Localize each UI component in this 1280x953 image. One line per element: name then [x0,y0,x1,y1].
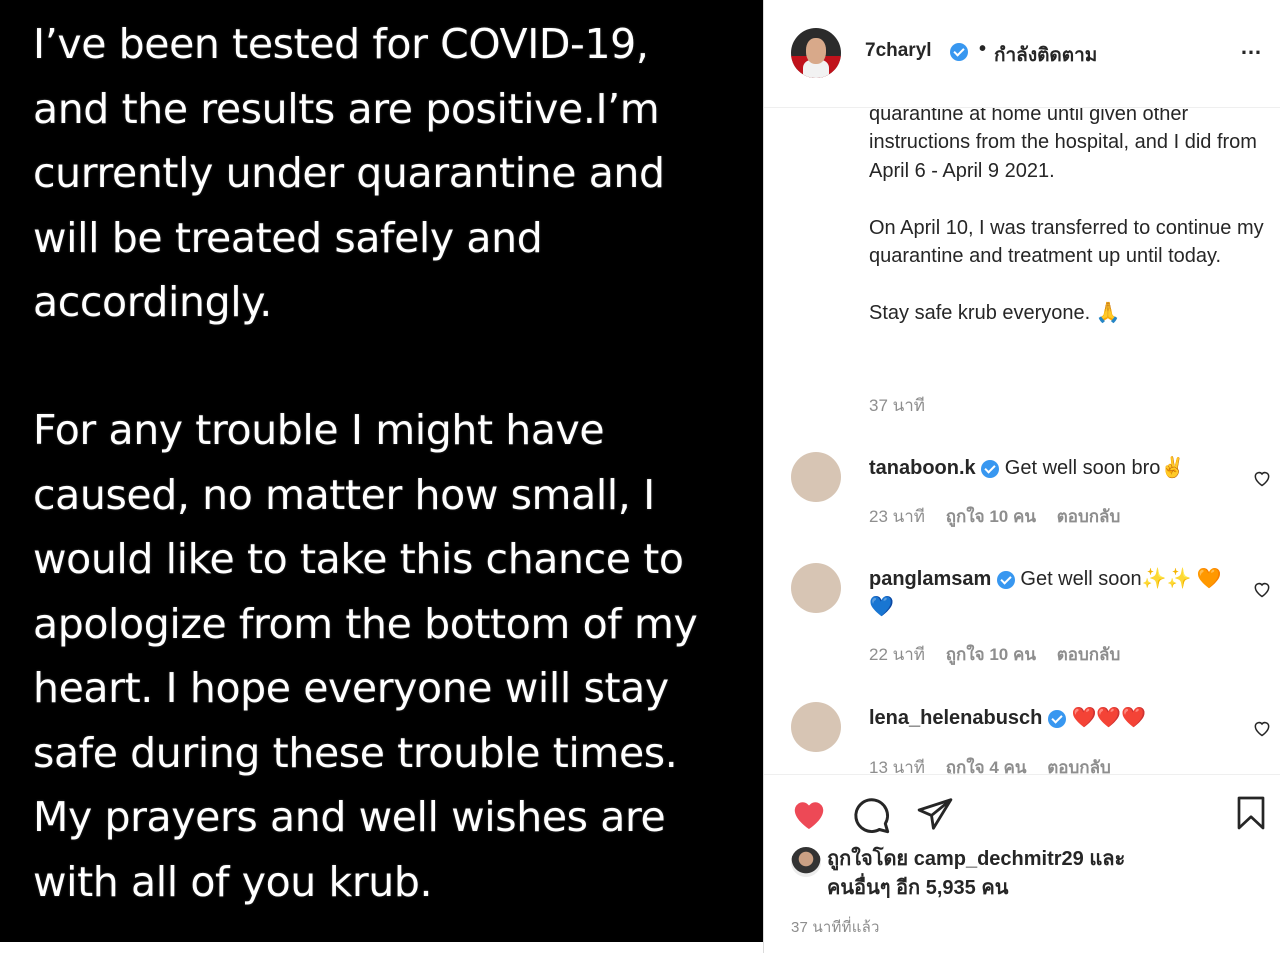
commenter-username[interactable]: lena_helenabusch [869,707,1042,729]
comment-time[interactable]: 23 นาที [869,507,925,526]
comment-meta: 23 นาที ถูกใจ 10 คน ตอบกลับ [869,503,1136,530]
liked-by-and: และ [1089,848,1126,870]
post-header: 7charyl • กำลังติดตาม … [764,0,1280,108]
comment-body: lena_helenabusch ❤️❤️❤️ [869,704,1224,732]
reply-button[interactable]: ตอบกลับ [1057,507,1121,526]
like-heart-icon[interactable] [789,795,829,833]
more-options-icon[interactable]: … [1240,34,1263,60]
commenter-avatar[interactable] [791,702,841,752]
comment-likes[interactable]: ถูกใจ 10 คน [946,507,1036,526]
comment-body: tanaboon.k Get well soon bro✌️ [869,454,1224,482]
comment-body: panglamsam Get well soon✨✨ 🧡💙 [869,565,1224,621]
post-image[interactable]: I’ve been tested for COVID-19, and the r… [0,0,763,942]
reply-button[interactable]: ตอบกลับ [1047,758,1111,774]
post-image-text-paragraph-2: For any trouble I might have caused, no … [33,406,698,906]
comment-text: Get well soon bro✌️ [1004,457,1186,479]
comment-time[interactable]: 13 นาที [869,758,925,774]
post-image-text-paragraph-1: I’ve been tested for COVID-19, and the r… [33,20,665,326]
comment-like-icon[interactable] [1252,579,1272,599]
caption-timestamp: 37 นาที [869,396,926,415]
comments-section[interactable]: quarantine at home until given other ins… [764,108,1280,774]
comment-meta: 13 นาที ถูกใจ 4 คน ตอบกลับ [869,754,1127,774]
comment-meta: 22 นาที ถูกใจ 10 คน ตอบกลับ [869,641,1136,668]
verified-badge-icon [950,43,968,61]
comment-time[interactable]: 22 นาที [869,645,925,664]
author-avatar[interactable] [791,28,841,78]
post-caption: quarantine at home until given other ins… [869,108,1264,324]
bookmark-icon[interactable] [1233,793,1269,833]
comment-likes[interactable]: ถูกใจ 4 คน [946,758,1027,774]
comment-like-icon[interactable] [1252,468,1272,488]
following-button[interactable]: กำลังติดตาม [994,40,1097,70]
liked-by-username[interactable]: camp_dechmitr29 [914,848,1084,870]
post-side-panel: 7charyl • กำลังติดตาม … quarantine at ho… [763,0,1280,953]
liked-by-others-count[interactable]: คนอื่นๆ อีก 5,935 คน [827,877,1008,899]
commenter-avatar[interactable] [791,452,841,502]
verified-badge-icon [981,459,1000,478]
commenter-username[interactable]: tanaboon.k [869,457,976,479]
verified-badge-icon [1047,709,1066,728]
post-timestamp[interactable]: 37 นาทีที่แล้ว [791,915,880,939]
commenter-username[interactable]: panglamsam [869,568,991,590]
liked-by-summary: ถูกใจโดย camp_dechmitr29 และ คนอื่นๆ อีก… [827,845,1177,903]
comment-icon[interactable] [851,795,891,835]
comment-like-icon[interactable] [1252,718,1272,738]
author-username[interactable]: 7charyl [865,40,932,62]
share-icon[interactable] [915,795,955,833]
verified-badge-icon [996,570,1015,589]
liked-by-prefix: ถูกใจโดย [827,848,909,870]
liked-by-avatar[interactable] [791,847,821,877]
reply-button[interactable]: ตอบกลับ [1057,645,1121,664]
post-actions: ถูกใจโดย camp_dechmitr29 และ คนอื่นๆ อีก… [764,774,1280,953]
separator-dot: • [979,38,987,60]
comment-likes[interactable]: ถูกใจ 10 คน [946,645,1036,664]
commenter-avatar[interactable] [791,563,841,613]
comment-text: ❤️❤️❤️ [1071,707,1147,729]
